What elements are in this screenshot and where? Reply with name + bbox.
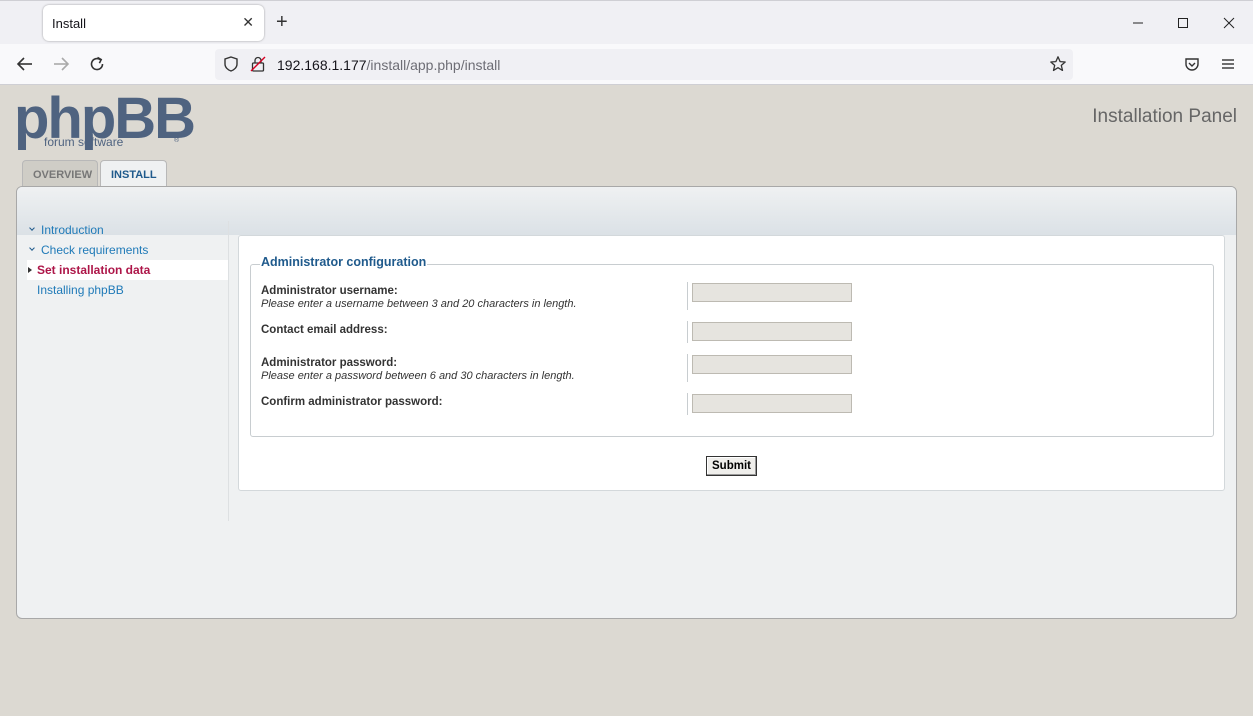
- contact-email-input[interactable]: [692, 322, 852, 341]
- install-panel: Introduction Check requirements Set inst…: [16, 186, 1237, 619]
- page: phpBB forum software ® Installation Pane…: [0, 85, 1253, 716]
- field-separator: [687, 282, 688, 310]
- address-bar[interactable]: 192.168.1.177/install/app.php/install: [215, 49, 1073, 80]
- logo-registered-mark: ®: [174, 137, 180, 144]
- chevron-icon: [29, 225, 35, 231]
- sidebar-divider: [228, 221, 229, 521]
- back-arrow-icon[interactable]: [15, 54, 35, 74]
- browser-tab-title: Install: [52, 16, 86, 31]
- sidebar-item-set-installation-data[interactable]: Set installation data: [27, 260, 228, 280]
- tab-overview[interactable]: OVERVIEW: [22, 160, 98, 187]
- logo-sub-text: forum software: [44, 135, 124, 149]
- field-separator: [687, 321, 688, 343]
- submit-button[interactable]: Submit: [706, 456, 757, 476]
- new-tab-button[interactable]: +: [276, 11, 288, 33]
- confirm-password-input[interactable]: [692, 394, 852, 413]
- shield-icon[interactable]: [221, 54, 241, 74]
- page-title: Installation Panel: [1092, 106, 1237, 127]
- url-path: /install/app.php/install: [366, 57, 501, 73]
- bookmark-star-icon[interactable]: [1048, 54, 1068, 74]
- admin-password-label: Administrator password:: [261, 357, 398, 369]
- browser-tabstrip: Install ✕ +: [0, 0, 1253, 44]
- admin-password-hint: Please enter a password between 6 and 30…: [261, 370, 575, 382]
- field-separator: [687, 393, 688, 415]
- sidebar-menu: Introduction Check requirements Set inst…: [27, 217, 228, 517]
- insecure-lock-icon[interactable]: [248, 54, 268, 74]
- sidebar-item-label: Set installation data: [37, 263, 151, 277]
- url-text[interactable]: 192.168.1.177/install/app.php/install: [277, 57, 500, 73]
- admin-username-hint: Please enter a username between 3 and 20…: [261, 298, 577, 310]
- close-window-icon[interactable]: [1219, 13, 1239, 33]
- pocket-icon[interactable]: [1182, 54, 1202, 74]
- chevron-icon: [29, 245, 35, 251]
- main-content: Administrator username: Please enter a u…: [238, 235, 1225, 491]
- field-separator: [687, 354, 688, 382]
- contact-email-label: Contact email address:: [261, 324, 388, 336]
- reload-icon[interactable]: [87, 54, 107, 74]
- browser-navbar: 192.168.1.177/install/app.php/install: [0, 44, 1253, 85]
- sidebar-item-check-requirements[interactable]: Check requirements: [27, 240, 228, 260]
- url-host: 192.168.1.177: [277, 57, 367, 73]
- sidebar-item-label: Installing phpBB: [37, 283, 124, 297]
- hamburger-menu-icon[interactable]: [1218, 54, 1238, 74]
- confirm-password-label: Confirm administrator password:: [261, 396, 443, 408]
- phpbb-logo[interactable]: phpBB forum software ®: [14, 87, 196, 159]
- fieldset-legend: Administrator configuration: [260, 255, 428, 269]
- admin-config-fieldset: Administrator username: Please enter a u…: [250, 264, 1214, 437]
- admin-password-input[interactable]: [692, 355, 852, 374]
- minimize-icon[interactable]: [1128, 13, 1148, 33]
- sidebar-item-label: Introduction: [41, 223, 104, 237]
- sidebar-item-installing-phpbb[interactable]: Installing phpBB: [27, 280, 228, 300]
- maximize-icon[interactable]: [1173, 13, 1193, 33]
- sidebar-item-introduction[interactable]: Introduction: [27, 220, 228, 240]
- sidebar-item-label: Check requirements: [41, 243, 149, 257]
- admin-username-label: Administrator username:: [261, 285, 398, 297]
- close-tab-icon[interactable]: ✕: [242, 14, 254, 30]
- tab-install[interactable]: INSTALL: [100, 160, 167, 188]
- admin-username-input[interactable]: [692, 283, 852, 302]
- browser-tab[interactable]: Install ✕: [43, 5, 264, 41]
- forward-arrow-icon[interactable]: [51, 54, 71, 74]
- arrow-right-icon: [28, 267, 32, 273]
